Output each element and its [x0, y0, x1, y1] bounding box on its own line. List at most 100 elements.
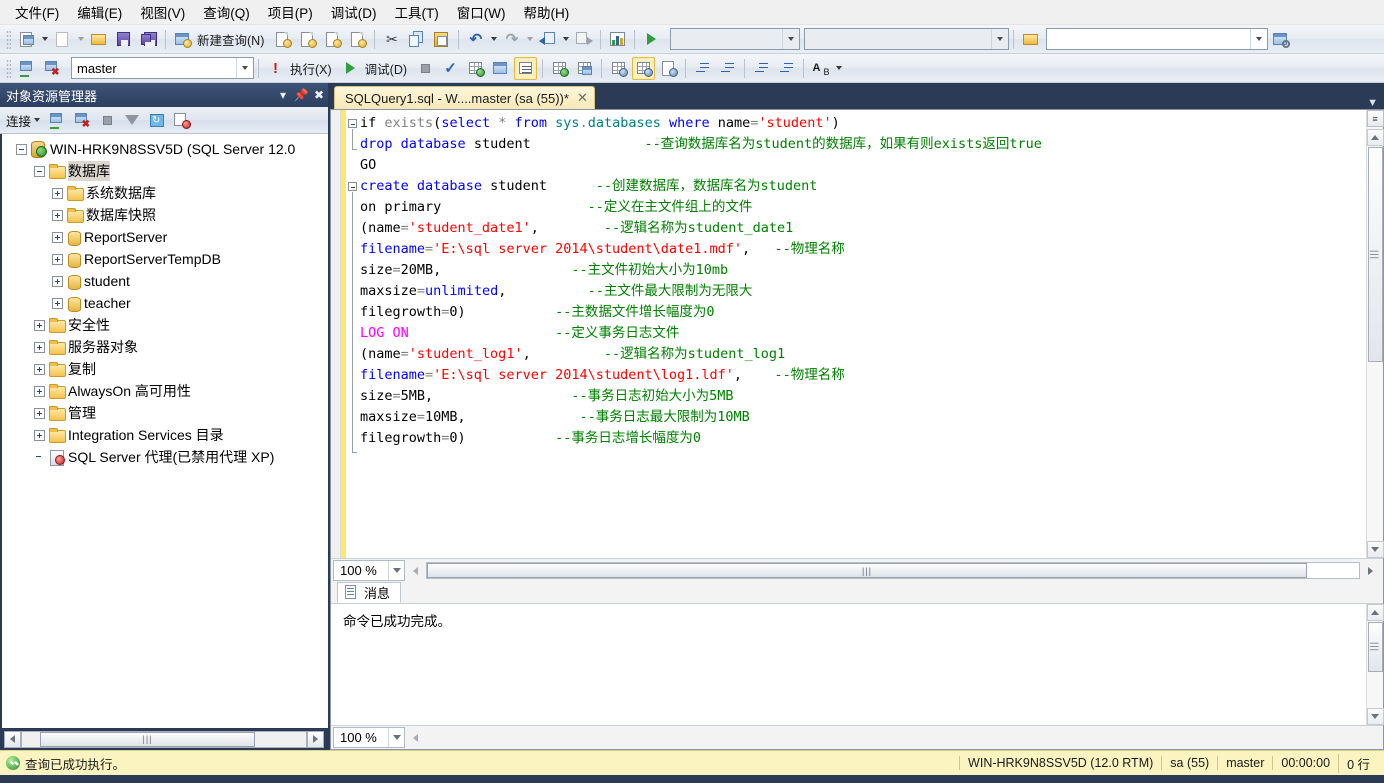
menu-help[interactable]: 帮助(H) [514, 0, 578, 25]
expander-plus-icon[interactable] [34, 430, 45, 441]
decrease-indent-button[interactable] [750, 57, 773, 80]
execute-button[interactable]: ! [264, 57, 287, 80]
connect-object-icon[interactable] [46, 110, 68, 131]
pin-icon[interactable]: 📌 [292, 86, 310, 104]
results-to-file-button[interactable] [607, 57, 630, 80]
chevron-down-icon[interactable] [782, 29, 799, 49]
agent-error-icon[interactable] [171, 110, 193, 131]
menu-debug[interactable]: 调试(D) [322, 0, 386, 25]
expander-plus-icon[interactable] [34, 364, 45, 375]
results-to-grid-button[interactable] [632, 57, 655, 80]
tree-node-server-objects[interactable]: 服务器对象 [2, 336, 328, 358]
include-actual-plan-button[interactable] [548, 57, 571, 80]
tree-node-security[interactable]: 安全性 [2, 314, 328, 336]
new-database-engine-query-button[interactable] [271, 28, 294, 51]
open-file-button[interactable] [87, 28, 110, 51]
hscroll-track[interactable]: ||| [21, 731, 307, 748]
scroll-left-button[interactable] [4, 731, 21, 748]
editor-zoom-select[interactable]: 100 % [333, 560, 405, 581]
expander-plus-icon[interactable] [52, 188, 63, 199]
menu-view[interactable]: 视图(V) [131, 0, 194, 25]
connect-menu-label[interactable]: 连接 [6, 111, 31, 130]
results-body[interactable]: 命令已成功完成。 ||| [331, 604, 1383, 725]
debug-button[interactable] [339, 57, 362, 80]
tree-node-database-snapshots[interactable]: 数据库快照 [2, 204, 328, 226]
menu-file[interactable]: 文件(F) [6, 0, 68, 25]
expander-minus-icon[interactable] [34, 166, 45, 177]
query-options-button[interactable] [489, 57, 512, 80]
expander-minus-icon[interactable] [16, 144, 27, 155]
navigate-backward-button[interactable] [536, 28, 559, 51]
toolbar-grip[interactable] [6, 30, 11, 49]
scroll-right-button[interactable] [1362, 562, 1379, 579]
collapse-box-icon[interactable] [348, 182, 357, 191]
expander-plus-icon[interactable] [52, 298, 63, 309]
scroll-down-button[interactable] [1367, 541, 1384, 558]
disconnect-button[interactable]: ✖ [40, 57, 63, 80]
uncomment-lines-button[interactable] [716, 57, 739, 80]
menu-tools[interactable]: 工具(T) [386, 0, 448, 25]
new-item-button[interactable] [51, 28, 74, 51]
tree-node-system-databases[interactable]: 系统数据库 [2, 182, 328, 204]
expander-plus-icon[interactable] [52, 210, 63, 221]
connect-button[interactable] [15, 57, 38, 80]
redo-button[interactable]: ↷ [500, 28, 523, 51]
menu-query[interactable]: 查询(Q) [194, 0, 259, 25]
toolbar-overflow-button[interactable] [833, 57, 844, 80]
object-explorer-hscrollbar[interactable]: ||| [0, 728, 328, 750]
code-content[interactable]: if exists(select * from sys.databases wh… [360, 110, 1366, 558]
parse-button[interactable]: ✓ [439, 57, 462, 80]
expander-plus-icon[interactable] [52, 254, 63, 265]
hscroll-thumb[interactable]: ||| [40, 732, 255, 747]
tree-node-management[interactable]: 管理 [2, 402, 328, 424]
expander-plus-icon[interactable] [34, 386, 45, 397]
comment-lines-button[interactable] [691, 57, 714, 80]
menu-window[interactable]: 窗口(W) [448, 0, 515, 25]
expander-plus-icon[interactable] [52, 232, 63, 243]
scroll-up-button[interactable] [1367, 604, 1384, 621]
save-all-button[interactable] [137, 28, 160, 51]
chevron-down-icon[interactable]: ▼ [1367, 97, 1378, 109]
increase-indent-button[interactable] [775, 57, 798, 80]
scroll-left-button[interactable] [407, 562, 424, 579]
menu-project[interactable]: 项目(P) [259, 0, 322, 25]
refresh-icon[interactable]: ↻ [146, 110, 168, 131]
tab-messages[interactable]: 消息 [337, 582, 401, 603]
panel-dropdown-icon[interactable]: ▾ [274, 86, 292, 104]
new-analysis-mdx-query-button[interactable] [296, 28, 319, 51]
new-item-dropdown[interactable] [75, 28, 86, 51]
tree-node-databases[interactable]: 数据库 [2, 160, 328, 182]
scroll-up-button[interactable] [1367, 129, 1384, 146]
navigate-dropdown[interactable] [560, 28, 571, 51]
new-query-label[interactable]: 新建查询(N) [195, 30, 270, 49]
solution-combo[interactable] [804, 28, 1009, 50]
config-combo[interactable] [670, 28, 800, 50]
start-button[interactable] [640, 28, 663, 51]
scroll-right-button[interactable] [307, 731, 324, 748]
editor-hscroll-track[interactable]: ||| [426, 562, 1360, 579]
undo-button[interactable]: ↶ [464, 28, 487, 51]
results-vscrollbar[interactable]: ||| [1366, 604, 1383, 725]
tree-node-integration-services[interactable]: Integration Services 目录 [2, 424, 328, 446]
copy-button[interactable] [405, 28, 428, 51]
new-analysis-xmla-query-button[interactable] [346, 28, 369, 51]
close-icon[interactable]: ✕ [577, 90, 588, 106]
show-diagram-button[interactable] [606, 28, 629, 51]
toolbar-grip[interactable] [6, 59, 11, 78]
editor-hscrollbar[interactable]: ||| [405, 561, 1383, 580]
expander-plus-icon[interactable] [34, 320, 45, 331]
save-button[interactable] [112, 28, 135, 51]
disconnect-object-icon[interactable]: ✖ [71, 110, 93, 131]
scroll-left-button[interactable] [407, 729, 424, 746]
tree-node-teacher[interactable]: teacher [2, 292, 328, 314]
tree-node-reportservertempdb[interactable]: ReportServerTempDB [2, 248, 328, 270]
object-search-button[interactable] [1269, 28, 1292, 51]
results-to-file2-button[interactable] [657, 57, 680, 80]
stop-icon[interactable] [96, 110, 118, 131]
cancel-executing-query-button[interactable] [414, 57, 437, 80]
chevron-down-icon[interactable] [236, 58, 253, 78]
tree-node-sql-server-agent[interactable]: SQL Server 代理(已禁用代理 XP) [2, 446, 328, 468]
filter-icon[interactable] [121, 110, 143, 131]
tree-node-student[interactable]: student [2, 270, 328, 292]
close-icon[interactable]: ✖ [310, 86, 328, 104]
